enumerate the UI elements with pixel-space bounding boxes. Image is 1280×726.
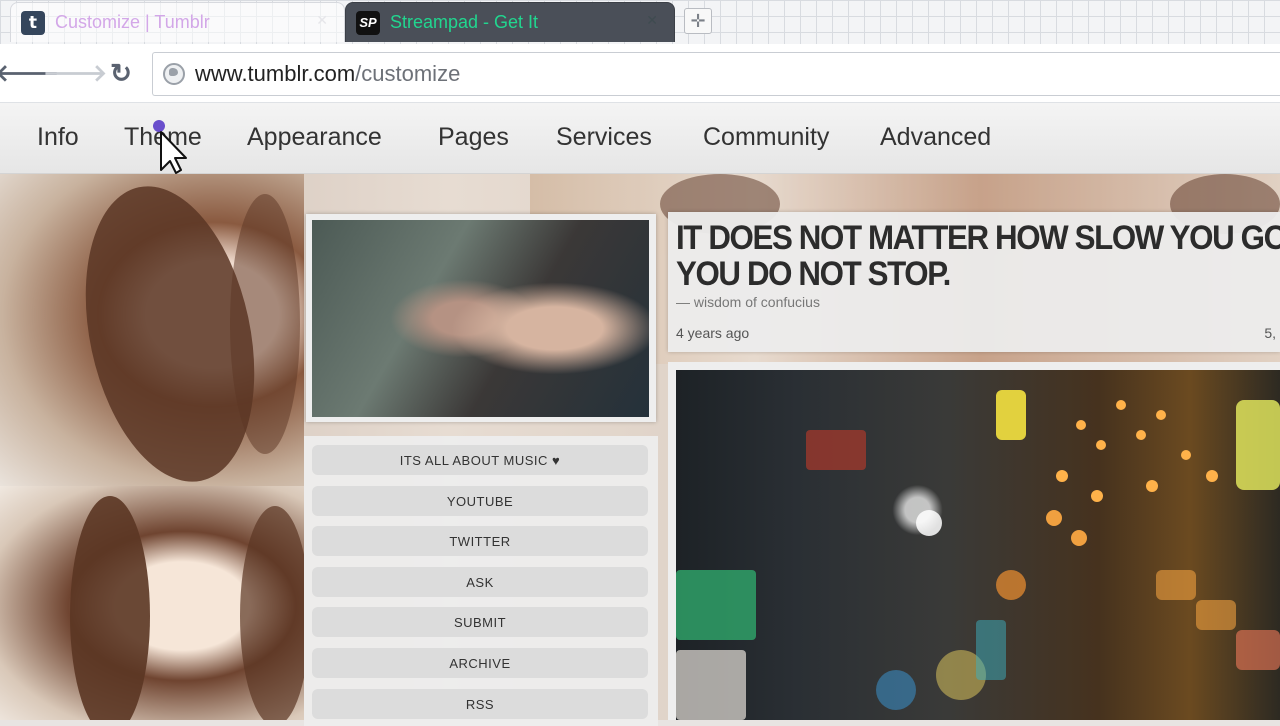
menu-item-youtube[interactable]: YOUTUBE [312, 486, 648, 516]
url-path: /customize [355, 61, 461, 86]
nav-pages[interactable]: Pages [438, 123, 509, 152]
photo-post [306, 214, 656, 422]
quote-post: IT DOES NOT MATTER HOW SLOW YOU GO SO LO… [668, 212, 1280, 352]
tumblr-favicon-icon: t [21, 10, 45, 35]
new-tab-button[interactable]: ✛ [684, 8, 712, 34]
sidebar-menu: ITS ALL ABOUT MUSIC ♥ YOUTUBE TWITTER AS… [304, 436, 658, 726]
background-portrait-image [0, 486, 304, 720]
forward-button[interactable]: 🡒 [43, 58, 107, 88]
mouse-cursor-icon [153, 120, 187, 174]
menu-item-ask[interactable]: ASK [312, 567, 648, 597]
quote-line: IT DOES NOT MATTER HOW SLOW YOU GO SO LO… [676, 219, 1280, 257]
url-text[interactable]: www.tumblr.com/customize [195, 61, 460, 87]
browser-toolbar: 🡐 🡒 ↻ www.tumblr.com/customize [0, 44, 1280, 103]
tab-title: Streampad - Get It [390, 12, 539, 32]
address-bar[interactable]: www.tumblr.com/customize [152, 52, 1280, 96]
back-button[interactable]: 🡐 [0, 58, 59, 88]
post-notes-count[interactable]: 5, [1264, 325, 1276, 341]
tab-customize-tumblr[interactable]: t Customize | Tumblr ✕ [10, 2, 345, 42]
nav-appearance[interactable]: Appearance [247, 123, 382, 152]
nav-community[interactable]: Community [703, 123, 829, 152]
nav-services[interactable]: Services [556, 123, 652, 152]
quote-line: YOU DO NOT STOP. [676, 255, 951, 293]
customize-nav: Info Theme Appearance Pages Services Com… [0, 103, 1280, 174]
globe-icon [163, 63, 185, 85]
tab-streampad[interactable]: SP Streampad - Get It ✕ [345, 2, 675, 42]
quote-source: — wisdom of confucius [676, 294, 820, 310]
menu-item-music[interactable]: ITS ALL ABOUT MUSIC ♥ [312, 445, 648, 475]
menu-item-submit[interactable]: SUBMIT [312, 607, 648, 637]
reload-button[interactable]: ↻ [106, 58, 136, 88]
quote-text: IT DOES NOT MATTER HOW SLOW YOU GO SO LO… [676, 219, 1280, 293]
menu-item-archive[interactable]: ARCHIVE [312, 648, 648, 678]
close-tab-icon[interactable]: ✕ [646, 12, 658, 29]
city-photo-post [668, 362, 1280, 720]
streampad-favicon-icon: SP [356, 10, 380, 35]
tab-title: Customize | Tumblr [55, 12, 210, 32]
post-timestamp[interactable]: 4 years ago [676, 325, 749, 341]
nav-advanced[interactable]: Advanced [880, 123, 991, 152]
url-host: www.tumblr.com [195, 61, 356, 86]
browser-tab-strip: t Customize | Tumblr ✕ SP Streampad - Ge… [0, 0, 1280, 44]
background-portrait-image [0, 174, 304, 486]
post-photo-image[interactable] [676, 370, 1280, 720]
menu-item-twitter[interactable]: TWITTER [312, 526, 648, 556]
menu-item-rss[interactable]: RSS [312, 689, 648, 719]
close-tab-icon[interactable]: ✕ [316, 12, 328, 29]
post-photo-image[interactable] [312, 220, 649, 417]
nav-info[interactable]: Info [37, 123, 79, 152]
